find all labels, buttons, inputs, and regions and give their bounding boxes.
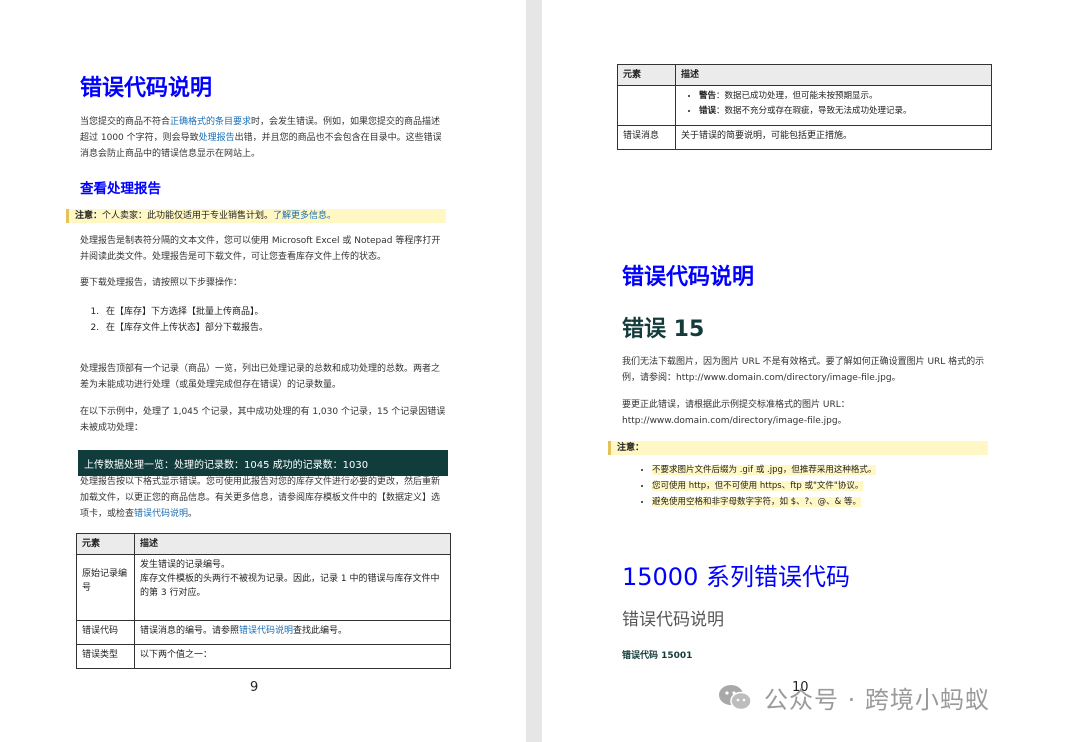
- error-format-table: 元素 描述 原始记录编号 发生错误的记录编号。 库存文件模板的头两行不被视为记录…: [76, 533, 451, 669]
- table-cell: 错误消息: [617, 125, 676, 150]
- note-box: 注意：: [608, 441, 988, 455]
- error-type-list: 警告：数据已成功处理，但可能未按预期显示。 错误：数据不充分或存在瑕疵，导致无法…: [681, 89, 986, 119]
- document-page-right: 元素 描述 警告：数据已成功处理，但可能未按预期显示。 错误：数据不充分或存在瑕…: [542, 0, 1068, 742]
- list-item-text: 您可使用 http，但不可使用 https、ftp 或"文件"协议。: [652, 481, 864, 491]
- subheading: 错误代码说明: [622, 610, 724, 630]
- watermark: 公众号 · 跨境小蚂蚁: [718, 680, 990, 715]
- table-row: 错误消息 关于错误的简要说明，可能包括更正措施。: [617, 125, 992, 150]
- cell-text: 查找此编号。: [293, 626, 348, 636]
- table-header-cell: 元素: [76, 533, 135, 555]
- list-item-text: ：数据已成功处理，但可能未按预期显示。: [716, 91, 878, 101]
- list-item: 错误：数据不充分或存在瑕疵，导致无法成功处理记录。: [699, 104, 986, 119]
- error-code-label: 错误代码 15001: [622, 651, 693, 661]
- cell-line: 库存文件模板的头两行不被视为记录。因此，记录 1 中的错误与库存文件中的第 3 …: [140, 574, 440, 598]
- step-item: 在【库存】下方选择【批量上传商品】。: [102, 304, 448, 320]
- steps-list: 在【库存】下方选择【批量上传商品】。 在【库存文件上传状态】部分下载报告。: [80, 304, 448, 336]
- table-cell: 错误类型: [76, 644, 135, 669]
- document-page-left: 错误代码说明 当您提交的商品不符合正确格式的条目要求时，会发生错误。例如，如果您…: [0, 0, 526, 742]
- page-title: 错误代码说明: [622, 265, 755, 290]
- page-title: 错误代码说明: [80, 76, 213, 101]
- error-code-link[interactable]: 错误代码说明: [239, 626, 293, 636]
- list-item-label: 错误: [699, 106, 717, 116]
- table-row: 原始记录编号 发生错误的记录编号。 库存文件模板的头两行不被视为记录。因此，记录…: [76, 554, 451, 621]
- series-heading: 15000 系列错误代码: [622, 563, 850, 591]
- table-cell: 警告：数据已成功处理，但可能未按预期显示。 错误：数据不充分或存在瑕疵，导致无法…: [675, 85, 992, 126]
- watermark-text: 公众号 · 跨境小蚂蚁: [764, 686, 990, 714]
- list-item: 警告：数据已成功处理，但可能未按预期显示。: [699, 89, 986, 104]
- list-item-label: 警告: [699, 91, 717, 101]
- wechat-icon: [718, 684, 752, 712]
- error-heading: 错误 15: [622, 317, 705, 342]
- paragraph-report-desc: 处理报告是制表符分隔的文本文件，您可以使用 Microsoft Excel 或 …: [80, 236, 441, 262]
- section-title: 查看处理报告: [80, 181, 161, 197]
- step-item: 在【库存文件上传状态】部分下载报告。: [102, 320, 448, 336]
- table-header-cell: 元素: [617, 64, 676, 86]
- error-format-text-2: 。: [188, 509, 198, 519]
- intro-text-1: 当您提交的商品不符合: [80, 117, 171, 127]
- table-row: 错误类型 以下两个值之一：: [76, 644, 451, 669]
- table-header-row: 元素 描述: [76, 533, 451, 555]
- table-row: 警告：数据已成功处理，但可能未按预期显示。 错误：数据不充分或存在瑕疵，导致无法…: [617, 85, 992, 126]
- table-header-cell: 描述: [675, 64, 992, 86]
- note-label: 注意：: [75, 211, 103, 221]
- paragraph-download-intro: 要下载处理报告，请按照以下步骤操作：: [80, 278, 243, 288]
- list-item: 不要求图片文件后缀为 .gif 或 .jpg，但推荐采用这种格式。: [652, 462, 994, 478]
- paragraph-example: 在以下示例中，处理了 1,045 个记录，其中成功处理的有 1,030 个记录，…: [80, 407, 446, 433]
- table-cell: 以下两个值之一：: [134, 644, 451, 669]
- paragraph-fix: 要更正此错误，请根据此示例提交标准格式的图片 URL：http://www.do…: [622, 400, 850, 426]
- table-cell: 错误消息的编号。请参照错误代码说明查找此编号。: [134, 620, 451, 645]
- table-cell: 原始记录编号: [76, 554, 135, 621]
- table-cell: 发生错误的记录编号。 库存文件模板的头两行不被视为记录。因此，记录 1 中的错误…: [134, 554, 451, 621]
- paragraph-summary: 处理报告顶部有一个记录（商品）一览，列出已处理记录的总数和成功处理的总数。两者之…: [80, 364, 441, 390]
- note-box: 注意：个人卖家：此功能仅适用于专业销售计划。了解更多信息。: [66, 209, 446, 223]
- list-item-text: ：数据不充分或存在瑕疵，导致无法成功处理记录。: [716, 106, 912, 116]
- cell-line: 发生错误的记录编号。: [140, 560, 231, 570]
- cell-text: 错误消息的编号。请参照: [140, 626, 240, 636]
- list-item: 您可使用 http，但不可使用 https、ftp 或"文件"协议。: [652, 478, 994, 494]
- processing-report-link[interactable]: 处理报告: [199, 133, 235, 143]
- format-requirements-link[interactable]: 正确格式的条目要求: [170, 117, 251, 127]
- note-text: 个人卖家：此功能仅适用于专业销售计划。: [102, 211, 274, 221]
- table-cell: [617, 85, 676, 126]
- note-list: 不要求图片文件后缀为 .gif 或 .jpg，但推荐采用这种格式。 您可使用 h…: [634, 462, 994, 510]
- list-item-text: 避免使用空格和非字母数字字符，如 $、?、@、& 等。: [652, 497, 861, 507]
- paragraph-error-format: 处理报告按以下格式显示错误。您可使用此报告对您的库存文件进行必要的更改，然后重新…: [80, 474, 448, 522]
- error-code-link[interactable]: 错误代码说明: [134, 509, 188, 519]
- list-item: 避免使用空格和非字母数字字符，如 $、?、@、& 等。: [652, 494, 994, 510]
- learn-more-link[interactable]: 了解更多信息。: [273, 211, 336, 221]
- page-number: 9: [250, 680, 259, 695]
- table-cell: 关于错误的简要说明，可能包括更正措施。: [675, 125, 992, 150]
- paragraph-error-15: 我们无法下载图片，因为图片 URL 不是有效格式。要了解如何正确设置图片 URL…: [622, 357, 985, 383]
- intro-paragraph: 当您提交的商品不符合正确格式的条目要求时，会发生错误。例如，如果您提交的商品描述…: [80, 114, 448, 162]
- table-row: 错误代码 错误消息的编号。请参照错误代码说明查找此编号。: [76, 620, 451, 645]
- table-header-cell: 描述: [134, 533, 451, 555]
- list-item-text: 不要求图片文件后缀为 .gif 或 .jpg，但推荐采用这种格式。: [652, 465, 877, 475]
- error-format-table-continued: 元素 描述 警告：数据已成功处理，但可能未按预期显示。 错误：数据不充分或存在瑕…: [617, 64, 992, 150]
- upload-summary-banner: 上传数据处理一览：处理的记录数：1045 成功的记录数：1030: [78, 450, 448, 476]
- table-header-row: 元素 描述: [617, 64, 992, 86]
- table-cell: 错误代码: [76, 620, 135, 645]
